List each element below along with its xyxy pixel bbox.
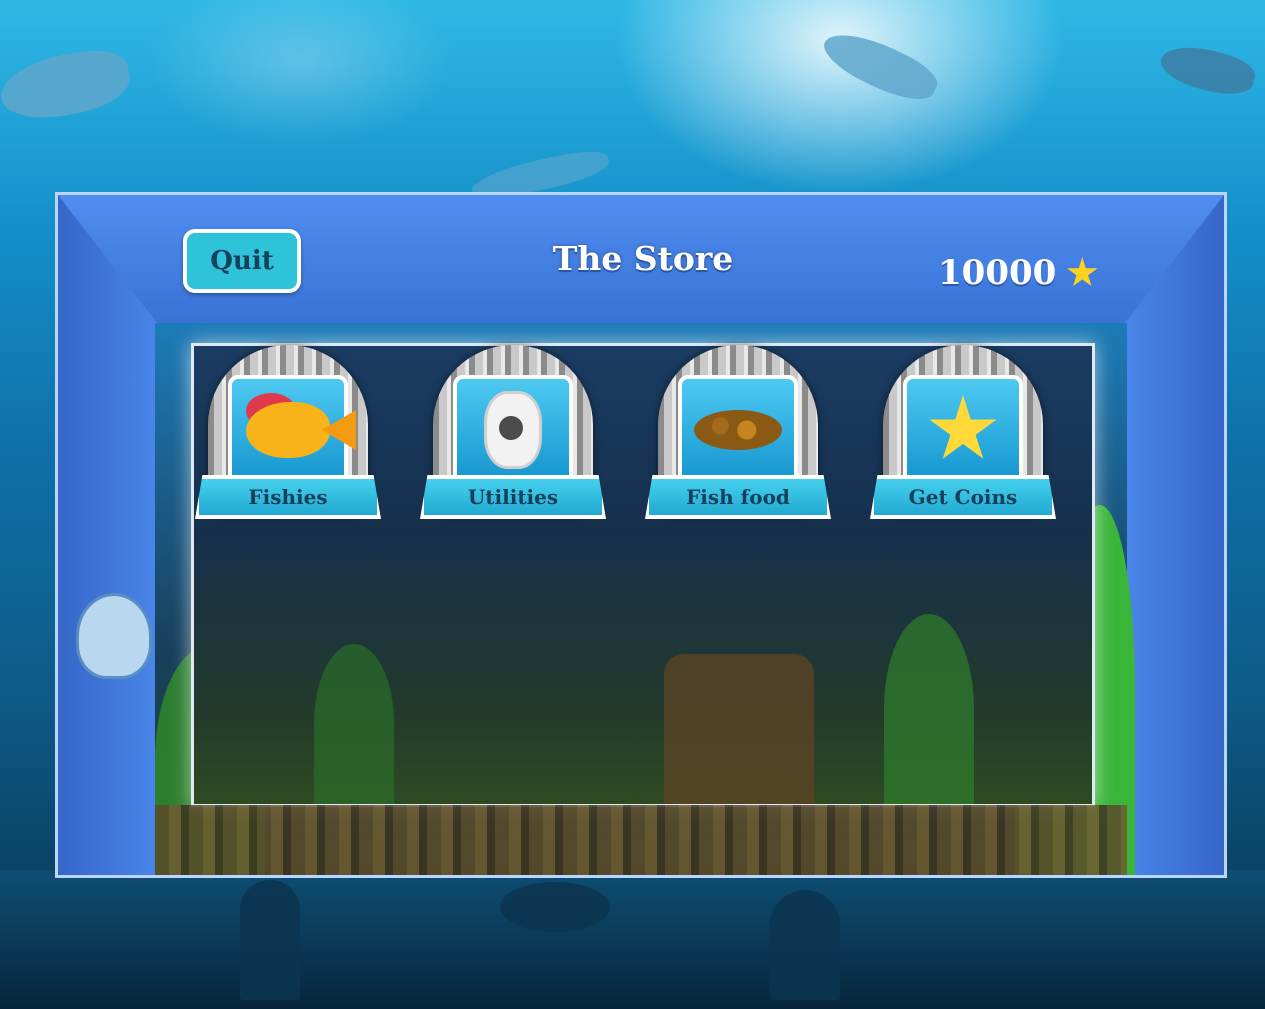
coin-balance: 10000 xyxy=(938,253,1098,293)
gold-star-icon xyxy=(929,395,997,459)
coin-count: 10000 xyxy=(938,253,1057,293)
category-fishies[interactable]: Fishies xyxy=(195,345,381,525)
food-pellets-icon xyxy=(678,375,798,485)
food-pile-icon xyxy=(694,410,782,450)
category-label: Fishies xyxy=(195,475,381,519)
goldfish-icon xyxy=(246,402,330,458)
category-label-text: Fish food xyxy=(686,485,790,509)
category-label-text: Fishies xyxy=(248,485,328,509)
category-utilities[interactable]: Utilities xyxy=(420,345,606,525)
gravel-bed xyxy=(155,805,1127,875)
category-get-coins[interactable]: Get Coins xyxy=(870,345,1056,525)
fish-icon xyxy=(228,375,348,485)
category-label: Fish food xyxy=(645,475,831,519)
stars-icon xyxy=(903,375,1023,485)
ruin-silhouette xyxy=(770,890,840,1000)
category-label-text: Utilities xyxy=(467,485,559,509)
quit-button[interactable]: Quit xyxy=(183,229,301,293)
seabed-background xyxy=(0,870,1265,1009)
filter-icon xyxy=(453,375,573,485)
seaweed xyxy=(884,614,974,804)
manta-ray-silhouette xyxy=(500,882,610,932)
category-fish-food[interactable]: Fish food xyxy=(645,345,831,525)
page-title: The Store xyxy=(552,239,734,278)
category-label-text: Get Coins xyxy=(908,485,1018,509)
store-panel: Quit The Store 10000 Fishies Utilities F… xyxy=(55,192,1227,878)
aquarium-filter-icon xyxy=(484,391,542,469)
category-label: Get Coins xyxy=(870,475,1056,519)
mascot-fish xyxy=(76,593,152,679)
ruin-silhouette xyxy=(240,880,300,1000)
star-icon xyxy=(1066,257,1098,287)
shipwreck xyxy=(664,654,814,804)
seaweed xyxy=(314,644,394,804)
quit-label: Quit xyxy=(210,246,274,276)
category-label: Utilities xyxy=(420,475,606,519)
